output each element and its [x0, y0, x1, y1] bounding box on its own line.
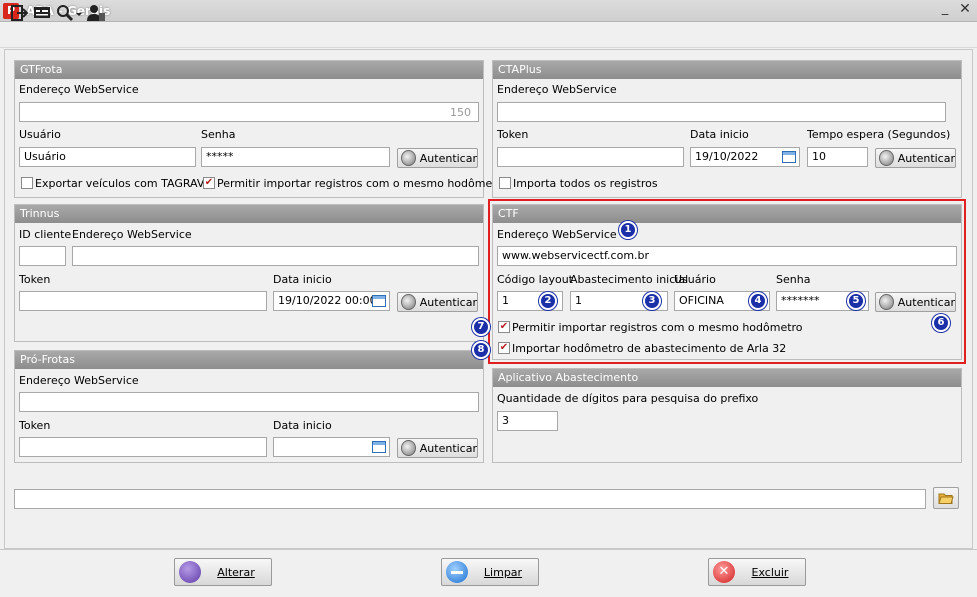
- trinnus-data-input[interactable]: 19/10/2022 00:00: [273, 291, 390, 311]
- close-button[interactable]: ✕: [956, 1, 974, 19]
- calendar-icon[interactable]: [782, 151, 796, 163]
- gtfrota-endereco-counter: 150: [450, 106, 471, 119]
- user-icon[interactable]: [86, 3, 106, 23]
- alterar-button[interactable]: Alterar: [174, 558, 272, 586]
- authenticate-icon: [401, 440, 416, 456]
- panel-trinnus-title: Trinnus: [15, 205, 483, 223]
- toolbar: [0, 22, 977, 48]
- trinnus-endereco-input[interactable]: [72, 246, 479, 266]
- profrotas-data-label: Data inicio: [273, 419, 332, 432]
- ctaplus-endereco-input[interactable]: [497, 102, 946, 122]
- limpar-button[interactable]: Limpar: [441, 558, 539, 586]
- ctf-abastecimento-label: Abastecimento inicial: [570, 273, 689, 286]
- ctaplus-data-input[interactable]: 19/10/2022: [690, 147, 800, 167]
- ctf-endereco-label: Endereço WebService: [497, 228, 617, 241]
- profrotas-endereco-label: Endereço WebService: [19, 374, 139, 387]
- aplicativo-qtd-input[interactable]: 3: [497, 411, 558, 431]
- calendar-icon[interactable]: [372, 295, 386, 307]
- ctaplus-token-input[interactable]: [497, 147, 684, 167]
- trinnus-endereco-label: Endereço WebService: [72, 228, 192, 241]
- gtfrota-senha-input[interactable]: *****: [201, 147, 390, 167]
- badge-2: 2: [539, 292, 557, 310]
- ctaplus-autenticar-button[interactable]: Autenticar: [875, 148, 956, 168]
- card-icon[interactable]: [32, 3, 52, 23]
- minimize-button[interactable]: _: [936, 1, 954, 19]
- profrotas-data-input[interactable]: [273, 437, 390, 457]
- excluir-button[interactable]: ✕ Excluir: [708, 558, 806, 586]
- ctf-usuario-label: Usuário: [674, 273, 716, 286]
- aplicativo-qtd-label: Quantidade de dígitos para pesquisa do p…: [497, 392, 759, 405]
- ctf-arla-checkbox[interactable]: ✔: [498, 342, 510, 354]
- authenticate-icon: [401, 294, 416, 310]
- panel-gtfrota-title: GTFrota: [15, 61, 483, 79]
- authenticate-icon: [879, 150, 894, 166]
- profrotas-token-label: Token: [19, 419, 51, 432]
- profrotas-autenticar-button[interactable]: Autenticar: [397, 438, 478, 458]
- panel-trinnus: Trinnus: [14, 204, 484, 342]
- panel-aplicativo-title: Aplicativo Abastecimento: [493, 369, 961, 387]
- gtfrota-usuario-input[interactable]: Usuário: [19, 147, 196, 167]
- ctaplus-tempo-label: Tempo espera (Segundos): [807, 128, 951, 141]
- trinnus-token-input[interactable]: [19, 291, 267, 311]
- ctaplus-importa-checkbox[interactable]: [499, 177, 511, 189]
- ctf-arla-label: Importar hodômetro de abastecimento de A…: [512, 342, 787, 355]
- folder-button[interactable]: [933, 487, 959, 509]
- authenticate-icon: [879, 294, 894, 310]
- trinnus-autenticar-button[interactable]: Autenticar: [397, 292, 478, 312]
- badge-5: 5: [847, 292, 865, 310]
- gtfrota-usuario-label: Usuário: [19, 128, 61, 141]
- gtfrota-permitir-label: Permitir importar registros com o mesmo …: [217, 177, 508, 190]
- trinnus-id-input[interactable]: [19, 246, 66, 266]
- ctaplus-endereco-label: Endereço WebService: [497, 83, 617, 96]
- gtfrota-permitir-checkbox[interactable]: ✔: [203, 177, 215, 189]
- profrotas-endereco-input[interactable]: [19, 392, 479, 412]
- panel-profrotas-title: Pró-Frotas: [15, 351, 483, 369]
- path-input[interactable]: [14, 489, 926, 509]
- ctaplus-importa-label: Importa todos os registros: [513, 177, 658, 190]
- minus-icon: [446, 561, 468, 583]
- trinnus-data-label: Data inicio: [273, 273, 332, 286]
- panel-ctaplus-title: CTAPlus: [493, 61, 961, 79]
- delete-icon: ✕: [713, 561, 735, 583]
- badge-3: 3: [643, 292, 661, 310]
- trinnus-id-label: ID cliente: [19, 228, 72, 241]
- badge-6: 6: [932, 314, 950, 332]
- ctf-permitir-label: Permitir importar registros com o mesmo …: [512, 321, 803, 334]
- gtfrota-endereco-label: Endereço WebService: [19, 83, 139, 96]
- authenticate-icon: [401, 150, 416, 166]
- gtfrota-endereco-input[interactable]: [19, 102, 479, 122]
- panel-aplicativo: Aplicativo Abastecimento: [492, 368, 962, 463]
- calendar-icon[interactable]: [372, 441, 386, 453]
- ctaplus-token-label: Token: [497, 128, 529, 141]
- ctf-senha-label: Senha: [776, 273, 811, 286]
- gtfrota-exportar-checkbox[interactable]: [21, 177, 33, 189]
- ctaplus-data-label: Data inicio: [690, 128, 749, 141]
- gtfrota-exportar-label: Exportar veículos com TAGRAVO: [35, 177, 213, 190]
- exit-icon[interactable]: [9, 3, 29, 23]
- trinnus-token-label: Token: [19, 273, 51, 286]
- profrotas-token-input[interactable]: [19, 437, 267, 457]
- badge-1: 1: [619, 221, 637, 239]
- folder-open-icon: [938, 493, 954, 504]
- ctf-permitir-checkbox[interactable]: ✔: [498, 321, 510, 333]
- title-bar: [0, 0, 977, 22]
- ctf-codigo-label: Código layout: [497, 273, 573, 286]
- ctf-endereco-input[interactable]: www.webservicectf.com.br: [497, 246, 957, 266]
- ctf-autenticar-button[interactable]: Autenticar: [875, 292, 956, 312]
- ctaplus-tempo-input[interactable]: 10: [807, 147, 868, 167]
- search-icon[interactable]: [55, 3, 83, 23]
- badge-7: 7: [472, 318, 490, 336]
- badge-8: 8: [472, 341, 490, 359]
- gtfrota-autenticar-button[interactable]: Autenticar: [397, 148, 478, 168]
- badge-4: 4: [749, 292, 767, 310]
- pencil-icon: [179, 561, 201, 583]
- gtfrota-senha-label: Senha: [201, 128, 236, 141]
